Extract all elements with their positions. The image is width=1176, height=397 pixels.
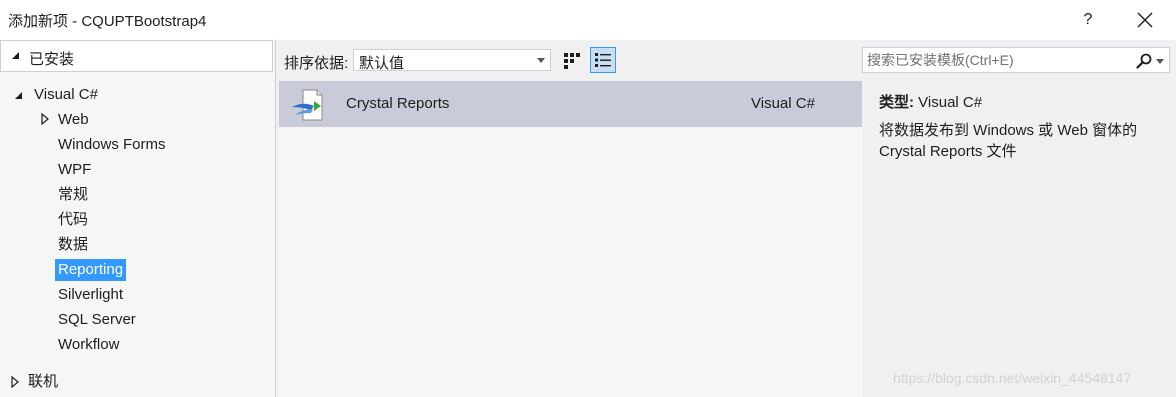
template-language: Visual C# xyxy=(751,95,815,112)
sort-by-dropdown[interactable]: 默认值 xyxy=(353,49,551,72)
tree-node-reporting[interactable]: Reporting xyxy=(55,259,127,281)
chevron-down-icon xyxy=(537,58,545,63)
search-icon[interactable] xyxy=(1135,52,1153,70)
template-list: Crystal Reports Visual C# xyxy=(279,81,862,397)
template-name: Crystal Reports xyxy=(346,95,450,112)
installed-section-header[interactable]: 已安装 xyxy=(0,40,273,72)
sort-by-value: 默认值 xyxy=(359,55,405,72)
expand-arrow-icon[interactable] xyxy=(11,376,19,388)
help-button[interactable]: ? xyxy=(1078,8,1098,32)
search-box[interactable] xyxy=(862,47,1170,73)
crystal-reports-icon xyxy=(292,89,323,121)
list-view-button[interactable] xyxy=(590,47,616,73)
tree-node-workflow[interactable]: Workflow xyxy=(55,334,122,356)
tree-node-online[interactable]: 联机 xyxy=(25,371,61,393)
tree-node-silverlight[interactable]: Silverlight xyxy=(55,284,126,306)
tree-node-windows-forms[interactable]: Windows Forms xyxy=(55,134,169,156)
close-icon xyxy=(1137,12,1153,28)
tree-node-web[interactable]: Web xyxy=(55,109,92,131)
template-item-crystal-reports[interactable]: Crystal Reports Visual C# xyxy=(279,81,862,127)
collapse-arrow-icon xyxy=(12,52,19,59)
expand-arrow-icon[interactable] xyxy=(41,113,49,125)
installed-label: 已安装 xyxy=(29,51,75,68)
type-value: Visual C# xyxy=(918,94,983,111)
tree-node-visual-csharp[interactable]: Visual C# xyxy=(31,84,101,106)
type-key: 类型: xyxy=(879,94,914,111)
tree-node-wpf[interactable]: WPF xyxy=(55,159,94,181)
grid-view-icon xyxy=(564,53,580,69)
list-view-icon xyxy=(595,53,611,67)
close-button[interactable] xyxy=(1130,6,1160,34)
type-line: 类型: Visual C# xyxy=(879,91,982,112)
template-description: 将数据发布到 Windows 或 Web 窗体的 Crystal Reports… xyxy=(879,122,1138,160)
watermark: https://blog.csdn.net/weixin_44548147 xyxy=(893,370,1132,386)
tree-node-data[interactable]: 数据 xyxy=(55,234,91,256)
category-panel: 已安装 Visual C# Web Windows Forms WPF 常规 代… xyxy=(0,40,276,397)
expanded-arrow-icon[interactable] xyxy=(14,91,24,101)
details-panel: 类型: Visual C# 将数据发布到 Windows 或 Web 窗体的 C… xyxy=(863,81,1176,397)
window-title: 添加新项 - CQUPTBootstrap4 xyxy=(8,13,207,30)
grid-view-button[interactable] xyxy=(559,47,585,73)
search-input[interactable] xyxy=(867,51,1127,69)
tree-node-sql-server[interactable]: SQL Server xyxy=(55,309,139,331)
tree-node-general[interactable]: 常规 xyxy=(55,184,91,206)
chevron-down-icon[interactable] xyxy=(1156,59,1164,64)
title-bar: 添加新项 - CQUPTBootstrap4 ? xyxy=(0,0,1176,40)
sort-by-label: 排序依据: xyxy=(284,55,349,72)
tree-node-code[interactable]: 代码 xyxy=(55,209,91,231)
